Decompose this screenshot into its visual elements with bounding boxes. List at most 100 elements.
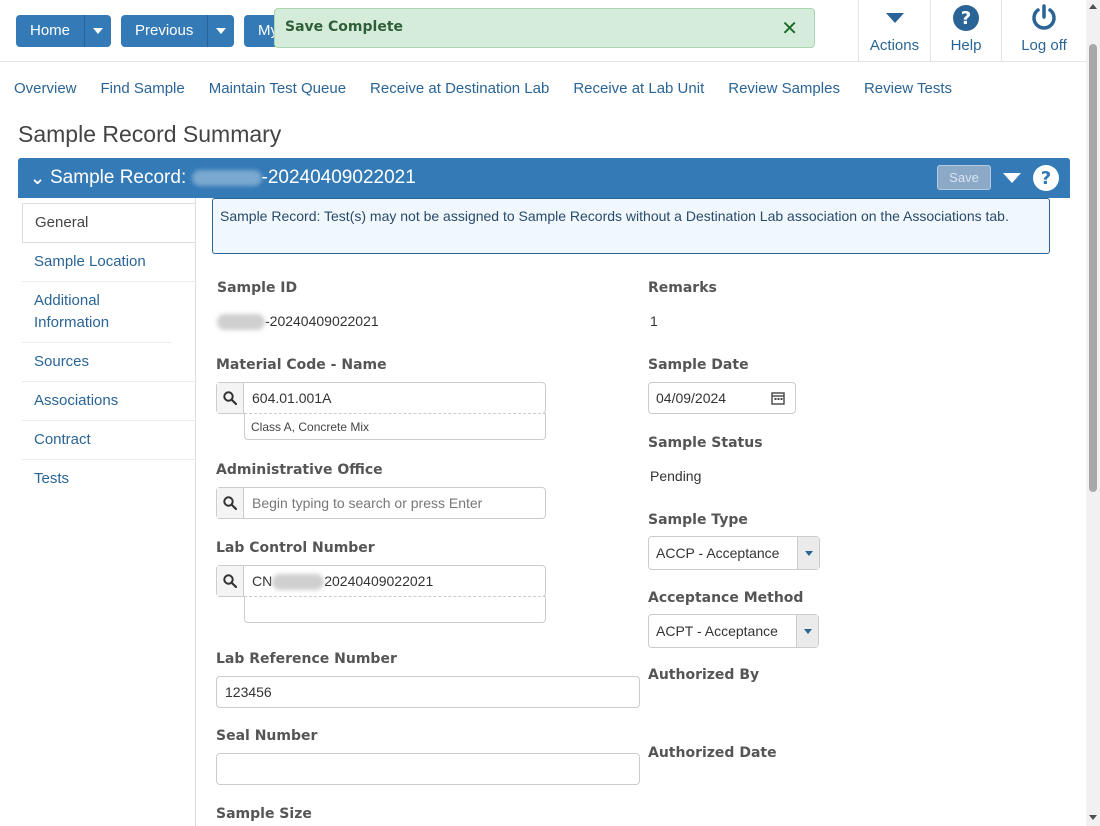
home-dropdown-button[interactable]	[85, 15, 112, 47]
page-title: Sample Record Summary	[18, 121, 282, 147]
panel-help-icon[interactable]: ?	[1032, 164, 1060, 197]
nav-maintain-test-queue[interactable]: Maintain Test Queue	[209, 80, 346, 97]
redacted-text	[272, 574, 325, 591]
search-icon[interactable]	[217, 566, 244, 596]
seal-number-label: Seal Number	[216, 728, 318, 744]
previous-button[interactable]: Previous	[121, 15, 209, 47]
home-button[interactable]: Home	[16, 15, 86, 47]
help-label: Help	[950, 37, 982, 54]
redacted-text	[191, 169, 262, 186]
tab-contract[interactable]: Contract	[22, 421, 196, 460]
material-name-value: Class A, Concrete Mix	[251, 420, 370, 434]
side-tabs: General Sample Location Additional Infor…	[22, 203, 196, 498]
toast-message: Save Complete	[285, 19, 404, 35]
acceptance-method-select[interactable]: ACPT - Acceptance	[648, 614, 819, 648]
close-icon[interactable]: ✕	[781, 16, 798, 41]
nav-overview[interactable]: Overview	[14, 80, 77, 97]
vertical-scrollbar[interactable]	[1086, 0, 1100, 826]
sample-date-label: Sample Date	[648, 357, 749, 373]
help-button[interactable]: ? Help	[930, 0, 1001, 62]
page: Home Previous My Save Complete ✕ Actions…	[0, 0, 1100, 826]
material-label: Material Code - Name	[216, 357, 387, 373]
sample-status-value: Pending	[650, 468, 702, 484]
lab-control-value: CN 20240409022021	[252, 573, 434, 591]
lab-control-sub-box	[244, 596, 546, 623]
nav-links: Overview Find Sample Maintain Test Queue…	[14, 80, 952, 97]
content-divider	[195, 198, 196, 826]
authorized-date-label: Authorized Date	[648, 745, 777, 761]
sample-record-panel-header: ⌄ Sample Record: -20240409022021 Save ?	[18, 158, 1070, 198]
previous-split-button: Previous	[121, 15, 235, 47]
admin-office-placeholder: Begin typing to search or press Enter	[252, 495, 483, 511]
lab-ref-input[interactable]: 123456	[216, 676, 640, 708]
tab-additional-information[interactable]: Additional Information	[22, 282, 172, 343]
lab-ref-label: Lab Reference Number	[216, 651, 397, 667]
sample-id-suffix: -20240409022021	[265, 313, 379, 329]
collapse-chevron-icon[interactable]: ⌄	[30, 168, 45, 189]
acceptance-method-value: ACPT - Acceptance	[656, 623, 778, 639]
svg-text:?: ?	[961, 8, 971, 29]
tab-tests[interactable]: Tests	[22, 460, 196, 498]
nav-receive-lab-unit[interactable]: Receive at Lab Unit	[573, 80, 704, 97]
tab-associations[interactable]: Associations	[22, 382, 196, 421]
help-icon: ?	[952, 4, 980, 37]
svg-text:?: ?	[1041, 168, 1051, 189]
sample-type-value: ACCP - Acceptance	[656, 545, 780, 561]
save-button[interactable]: Save	[937, 165, 991, 190]
top-bar: Home Previous My Save Complete ✕ Actions…	[0, 0, 1086, 62]
material-search-field[interactable]: 604.01.001A	[216, 382, 546, 414]
redacted-text	[217, 314, 265, 331]
scroll-down-icon[interactable]	[1089, 815, 1097, 820]
authorized-by-label: Authorized By	[648, 667, 760, 683]
tab-general[interactable]: General	[22, 203, 196, 243]
previous-dropdown-button[interactable]	[208, 15, 235, 47]
lab-control-label: Lab Control Number	[216, 540, 375, 556]
seal-number-input[interactable]	[216, 753, 640, 785]
lab-control-search-field[interactable]: CN 20240409022021	[216, 565, 546, 597]
chevron-down-icon[interactable]	[797, 537, 819, 569]
panel-title-prefix: Sample Record:	[50, 167, 192, 188]
admin-office-search-field[interactable]: Begin typing to search or press Enter	[216, 487, 546, 519]
lab-control-prefix: CN	[252, 573, 273, 589]
remarks-value: 1	[650, 313, 658, 329]
nav-receive-destination-lab[interactable]: Receive at Destination Lab	[370, 80, 549, 97]
scroll-up-icon[interactable]	[1089, 4, 1097, 9]
nav-review-tests[interactable]: Review Tests	[864, 80, 952, 97]
sample-date-value: 04/09/2024	[656, 390, 727, 406]
caret-down-icon	[216, 28, 227, 34]
material-name-box: Class A, Concrete Mix	[244, 413, 546, 440]
lab-control-suffix: 20240409022021	[324, 573, 434, 589]
calendar-icon[interactable]	[771, 391, 785, 410]
search-icon[interactable]	[217, 383, 244, 413]
caret-down-icon	[93, 28, 104, 34]
home-split-button: Home	[16, 15, 112, 47]
chevron-down-icon[interactable]	[796, 615, 818, 647]
logoff-button[interactable]: Log off	[1001, 0, 1086, 62]
save-complete-toast: Save Complete ✕	[274, 8, 815, 48]
acceptance-method-label: Acceptance Method	[648, 590, 804, 606]
search-icon[interactable]	[217, 488, 244, 518]
actions-button[interactable]: Actions	[858, 0, 930, 62]
logoff-label: Log off	[1021, 37, 1067, 54]
tab-sample-location[interactable]: Sample Location	[22, 243, 196, 282]
nav-find-sample[interactable]: Find Sample	[101, 80, 185, 97]
admin-office-label: Administrative Office	[216, 462, 383, 478]
sample-size-label: Sample Size	[216, 806, 312, 822]
sample-type-label: Sample Type	[648, 512, 748, 528]
scrollbar-thumb[interactable]	[1089, 44, 1097, 492]
panel-menu-caret-icon[interactable]	[1003, 173, 1021, 183]
material-code-value: 604.01.001A	[252, 390, 332, 406]
sample-status-label: Sample Status	[648, 435, 763, 451]
actions-label: Actions	[869, 37, 920, 54]
sample-type-select[interactable]: ACCP - Acceptance	[648, 536, 820, 570]
panel-title: Sample Record: -20240409022021	[50, 167, 416, 189]
power-icon	[1030, 4, 1058, 37]
sample-id-label: Sample ID	[217, 280, 298, 296]
tab-sources[interactable]: Sources	[22, 343, 196, 382]
panel-title-suffix: -20240409022021	[261, 167, 416, 188]
chevron-down-icon	[885, 13, 904, 23]
nav-review-samples[interactable]: Review Samples	[728, 80, 840, 97]
sample-id-value: -20240409022021	[217, 313, 379, 331]
remarks-label: Remarks	[648, 280, 717, 296]
sample-date-input[interactable]: 04/09/2024	[648, 382, 796, 414]
